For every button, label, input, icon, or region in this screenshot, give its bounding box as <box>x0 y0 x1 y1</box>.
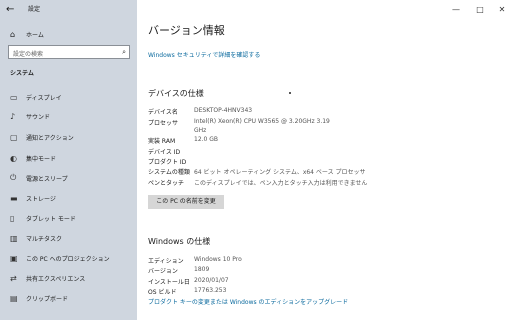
sidebar-item-power[interactable]: ⏻ 電源とスリープ <box>10 171 135 185</box>
spec-key: システムの種類 <box>148 169 190 176</box>
search-icon: ⌕ <box>122 48 126 56</box>
sidebar-item-label: マルチタスク <box>26 235 63 243</box>
page-title: バージョン情報 <box>148 24 225 37</box>
sidebar-item-label: 通知とアクション <box>26 134 74 142</box>
sidebar-item-label: この PC へのプロジェクション <box>26 255 110 263</box>
window-titlebar: ← 設定 — □ ✕ <box>0 0 512 20</box>
spec-row-edition: エディション Windows 10 Pro <box>148 256 368 266</box>
spec-value: 64 ビット オペレーティング システム、x64 ベース プロセッサ <box>194 169 366 176</box>
spec-key: ペンとタッチ <box>148 180 185 187</box>
sidebar-item-storage[interactable]: ▬ ストレージ <box>10 191 135 205</box>
sidebar-item-notifications[interactable]: ▢ 通知とアクション <box>10 130 135 144</box>
search-placeholder: 設定の検索 <box>13 51 44 58</box>
close-icon[interactable]: ✕ <box>494 3 510 17</box>
home-label: ホーム <box>26 31 44 39</box>
spec-key: OS ビルド <box>148 289 177 296</box>
spec-key: バージョン <box>148 268 178 275</box>
spec-key: デバイス名 <box>148 109 178 116</box>
sidebar-item-focus[interactable]: ◐ 集中モード <box>10 151 135 165</box>
sidebar-item-sound[interactable]: ♪ サウンド <box>10 109 135 123</box>
home-icon: ⌂ <box>10 29 16 39</box>
spec-row-device-name: デバイス名 DESKTOP-4HNV343 <box>148 107 368 117</box>
spec-value: このディスプレイでは、ペン入力とタッチ入力は利用できません <box>194 180 368 187</box>
sidebar-item-projection[interactable]: ▣ この PC へのプロジェクション <box>10 251 135 265</box>
spec-row-os-build: OS ビルド 17763.253 <box>148 287 368 297</box>
spec-value: DESKTOP-4HNV343 <box>194 107 253 114</box>
display-icon: ▭ <box>10 92 18 102</box>
maximize-icon[interactable]: □ <box>472 3 488 17</box>
sidebar-item-label: 共有エクスペリエンス <box>26 275 86 283</box>
windows-spec-heading: Windows の仕様 <box>148 237 211 246</box>
spec-key: エディション <box>148 258 184 265</box>
spec-key: デバイス ID <box>148 149 181 156</box>
spec-row-version: バージョン 1809 <box>148 266 368 276</box>
spec-value: 1809 <box>194 266 210 273</box>
notification-icon: ▢ <box>10 132 18 142</box>
spec-row-product-id: プロダクト ID <box>148 157 368 167</box>
sidebar-item-label: クリップボード <box>26 295 69 303</box>
sidebar-item-label: ディスプレイ <box>26 94 62 102</box>
sidebar-item-label: サウンド <box>26 113 51 121</box>
sidebar-item-label: 集中モード <box>26 155 57 163</box>
storage-icon: ▬ <box>10 193 18 203</box>
share-icon: ⇄ <box>10 273 17 283</box>
device-spec-heading: デバイスの仕様 <box>148 89 204 98</box>
spec-key: 実装 RAM <box>148 138 176 145</box>
sidebar-item-label: 電源とスリープ <box>26 175 68 183</box>
spec-value: 2020/01/07 <box>194 277 229 284</box>
sound-icon: ♪ <box>10 111 16 121</box>
sidebar-item-display[interactable]: ▭ ディスプレイ <box>10 90 135 104</box>
sidebar-item-tablet[interactable]: ▯ タブレット モード <box>10 211 135 225</box>
sidebar-item-shared-experiences[interactable]: ⇄ 共有エクスペリエンス <box>10 271 135 285</box>
spec-key: インストール日 <box>148 279 190 286</box>
spec-row-system-type: システムの種類 64 ビット オペレーティング システム、x64 ベース プロセ… <box>148 167 368 177</box>
back-arrow-icon[interactable]: ← <box>6 3 20 17</box>
spec-value: 12.0 GB <box>194 136 219 143</box>
sidebar-item-label: ストレージ <box>26 195 56 203</box>
cursor-dot <box>289 92 291 94</box>
projection-icon: ▣ <box>10 253 18 263</box>
focus-icon: ◐ <box>10 153 17 163</box>
spec-value: Windows 10 Pro <box>194 256 242 263</box>
spec-row-device-id: デバイス ID <box>148 147 368 157</box>
tablet-icon: ▯ <box>10 213 15 223</box>
spec-value-processor-wrap: GHz <box>194 127 207 134</box>
clipboard-icon: ▤ <box>10 293 18 303</box>
sidebar-item-clipboard[interactable]: ▤ クリップボード <box>10 291 135 305</box>
minimize-icon[interactable]: — <box>448 3 464 17</box>
windows-security-link[interactable]: Windows セキュリティで詳細を確認する <box>148 50 260 59</box>
spec-row-install-date: インストール日 2020/01/07 <box>148 277 368 287</box>
power-icon: ⏻ <box>10 173 17 182</box>
spec-key: プロダクト ID <box>148 159 187 166</box>
sidebar-home[interactable]: ⌂ ホーム <box>10 27 44 41</box>
upgrade-edition-link[interactable]: プロダクト キーの変更または Windows のエディションをアップグレード <box>148 297 348 306</box>
spec-row-processor: プロセッサ Intel(R) Xeon(R) CPU W3565 @ 3.20G… <box>148 118 368 128</box>
sidebar-item-multitask[interactable]: ▥ マルチタスク <box>10 231 135 245</box>
settings-search-input[interactable]: 設定の検索 ⌕ <box>8 45 130 59</box>
rename-pc-button[interactable]: この PC の名前を変更 <box>148 195 224 209</box>
sidebar-section-system: システム <box>10 70 34 77</box>
spec-row-pen-touch: ペンとタッチ このディスプレイでは、ペン入力とタッチ入力は利用できません <box>148 178 368 188</box>
spec-value: 17763.253 <box>194 287 227 294</box>
spec-key: プロセッサ <box>148 120 179 127</box>
spec-row-ram: 実装 RAM 12.0 GB <box>148 136 368 146</box>
window-title: 設定 <box>28 6 41 13</box>
multitask-icon: ▥ <box>10 233 18 243</box>
spec-value: Intel(R) Xeon(R) CPU W3565 @ 3.20GHz 3.1… <box>194 118 330 125</box>
sidebar-item-label: タブレット モード <box>26 215 76 223</box>
